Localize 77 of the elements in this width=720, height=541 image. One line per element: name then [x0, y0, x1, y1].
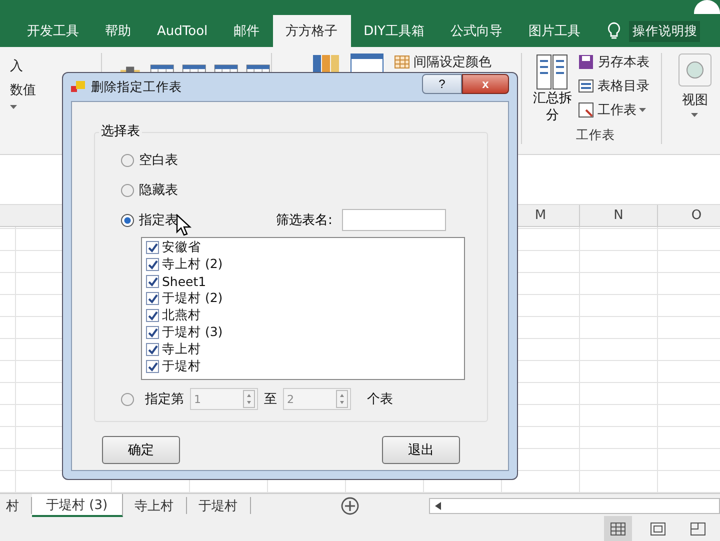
grid-icon [394, 55, 410, 69]
normal-view-icon [610, 522, 626, 536]
save-icon [578, 54, 594, 70]
page-layout-icon [650, 522, 666, 536]
checkbox[interactable] [146, 292, 159, 305]
list-item-label[interactable]: Sheet1 [162, 274, 206, 289]
help-button[interactable]: ? [422, 74, 462, 94]
range-label: 至 [264, 391, 277, 408]
radio-label[interactable]: 指定第 [145, 390, 184, 408]
ribbon-tab[interactable]: 邮件 [220, 15, 273, 47]
tell-me-field[interactable]: 操作说明搜 [629, 20, 700, 42]
range-label: 个表 [367, 391, 393, 408]
add-sheet-icon [340, 496, 359, 514]
checkbox[interactable] [146, 343, 159, 356]
checkbox[interactable] [146, 309, 159, 322]
checkbox[interactable] [146, 241, 159, 254]
filter-field[interactable] [342, 209, 446, 231]
radio-button[interactable] [121, 214, 134, 226]
ribbon-item[interactable]: 入 [10, 57, 23, 75]
filter-label: 筛选表名: [276, 212, 332, 229]
spin-arrows-icon [243, 390, 255, 408]
sheet-tab[interactable]: 于堤村 (3) [32, 494, 123, 517]
summary-split-button[interactable]: 汇总拆分 [530, 53, 574, 125]
ribbon-tab[interactable]: DIY工具箱 [350, 15, 438, 47]
radio-label[interactable]: 隐藏表 [139, 181, 178, 199]
list-item-label[interactable]: 于堤村 [162, 358, 201, 375]
ribbon-item[interactable]: 视图 [682, 91, 708, 109]
list-item-label[interactable]: 北燕村 [162, 307, 201, 324]
ribbon-item[interactable]: 数值 [10, 81, 36, 99]
sheet-icon [578, 102, 594, 118]
document-stack-icon [535, 53, 570, 91]
view-icon [678, 53, 712, 87]
exit-button[interactable]: 退出 [382, 436, 460, 464]
lightbulb-icon [607, 22, 622, 40]
group-label: 工作表 [574, 126, 616, 144]
radio-button[interactable] [121, 184, 134, 196]
ribbon-tab[interactable]: 帮助 [92, 15, 144, 47]
list-item-label[interactable]: 安徽省 [162, 239, 201, 256]
radio-label[interactable]: 指定表 [139, 211, 178, 229]
horizontal-scrollbar[interactable] [428, 498, 720, 514]
ribbon-tab[interactable]: 方方格子 [272, 15, 351, 47]
ribbon-item[interactable]: 表格目录 [597, 77, 650, 95]
checkbox[interactable] [146, 258, 159, 271]
checkbox[interactable] [146, 275, 159, 288]
radio-button[interactable] [121, 392, 134, 406]
sheet-tab[interactable]: 寺上村 [122, 497, 187, 514]
ribbon-item[interactable]: 间隔设定颜色 [414, 53, 492, 71]
spin-arrows-icon [336, 390, 348, 408]
ribbon-item[interactable]: 另存本表 [597, 53, 650, 71]
list-item-label[interactable]: 于堤村 (3) [162, 324, 223, 341]
ribbon-tab[interactable]: 公式向导 [437, 15, 516, 47]
page-break-icon [690, 522, 706, 536]
ribbon-item[interactable]: 工作表 [597, 101, 636, 119]
ribbon-tab[interactable]: 图片工具 [515, 15, 594, 47]
sheet-list[interactable]: 安徽省 寺上村 (2) Sheet1 于堤村 (2) 北燕村 于堤村 (3) 寺上村 于堤村 [141, 237, 465, 380]
ribbon-tab[interactable]: 开发工具 [14, 15, 92, 47]
scroll-left-icon [434, 502, 441, 510]
list-item-label[interactable]: 寺上村 [162, 341, 201, 358]
list-item-label[interactable]: 于堤村 (2) [162, 290, 223, 307]
list-item-label[interactable]: 寺上村 (2) [162, 256, 223, 273]
checkbox[interactable] [146, 326, 159, 339]
column-header[interactable]: N [580, 205, 658, 226]
caret-icon [639, 108, 646, 112]
checkbox[interactable] [146, 360, 159, 373]
caret-icon [10, 105, 17, 109]
caret-icon [691, 113, 698, 117]
app-icon [71, 81, 85, 93]
radio-label[interactable]: 空白表 [139, 151, 178, 169]
group-title: 选择表 [99, 122, 142, 140]
ok-button[interactable]: 确定 [102, 436, 180, 464]
column-header[interactable]: O [658, 205, 720, 226]
radio-button[interactable] [121, 154, 134, 166]
sheet-tab[interactable]: 于堤村 [186, 497, 251, 514]
mouse-cursor-icon [176, 214, 192, 236]
list-icon [578, 78, 594, 94]
ribbon-tab[interactable]: AudTool [144, 15, 221, 47]
dialog-title: 删除指定工作表 [91, 78, 182, 96]
